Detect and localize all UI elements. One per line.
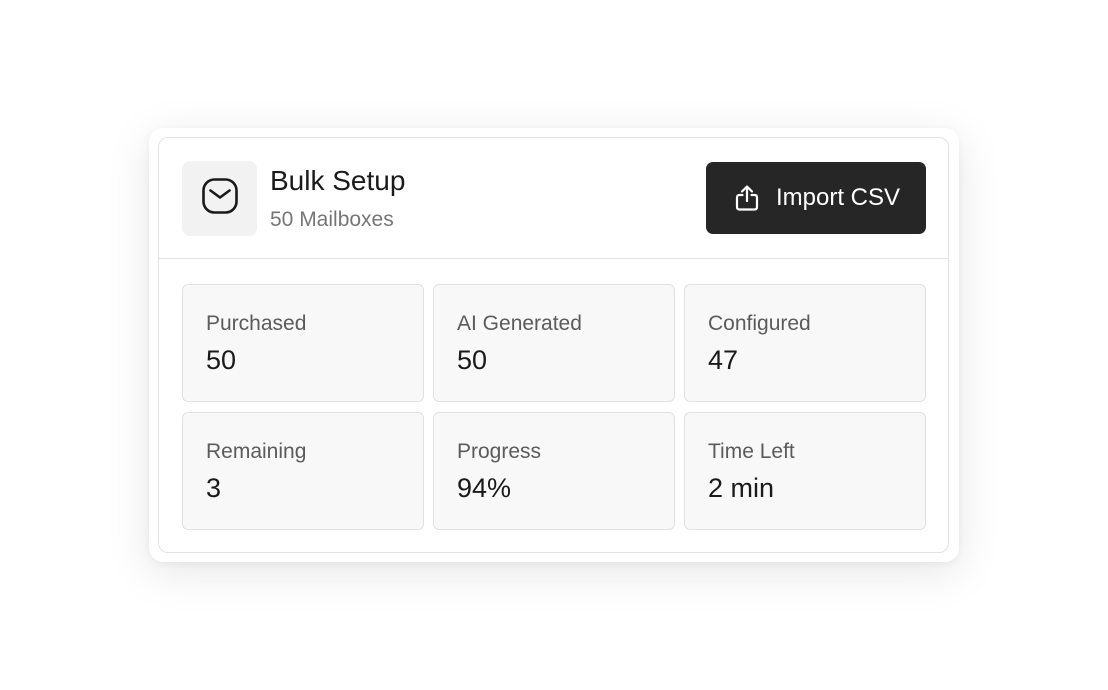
stat-label: Purchased xyxy=(206,312,307,335)
stat-value: 2 min xyxy=(708,473,775,503)
card-shadow-frame: Bulk Setup 50 Mailboxes Import CSV Purch… xyxy=(149,128,959,562)
stat-label: AI Generated xyxy=(457,312,582,335)
stat-value: 94% xyxy=(457,473,512,503)
stat-time-left: Time Left 2 min xyxy=(684,412,926,530)
stat-progress: Progress 94% xyxy=(433,412,675,530)
mail-icon xyxy=(200,176,240,221)
stat-value: 50 xyxy=(457,345,488,375)
stat-value: 50 xyxy=(206,345,237,375)
stats-grid: Purchased 50 AI Generated 50 Configured … xyxy=(182,284,926,530)
bulk-setup-card: Bulk Setup 50 Mailboxes Import CSV Purch… xyxy=(158,137,949,553)
stat-label: Progress xyxy=(457,440,542,463)
card-header: Bulk Setup 50 Mailboxes Import CSV xyxy=(159,138,948,259)
stat-purchased: Purchased 50 xyxy=(182,284,424,402)
stat-value: 3 xyxy=(206,473,222,503)
import-csv-button[interactable]: Import CSV xyxy=(706,162,926,234)
page-title: Bulk Setup xyxy=(270,165,406,196)
stat-ai-generated: AI Generated 50 xyxy=(433,284,675,402)
stat-remaining: Remaining 3 xyxy=(182,412,424,530)
page-background: Bulk Setup 50 Mailboxes Import CSV Purch… xyxy=(0,0,1108,690)
mailbox-count: 50 Mailboxes xyxy=(270,208,394,231)
mail-icon-tile xyxy=(182,161,257,236)
import-csv-label: Import CSV xyxy=(775,184,901,211)
stat-label: Remaining xyxy=(206,440,307,463)
stat-value: 47 xyxy=(708,345,739,375)
upload-icon xyxy=(732,183,762,213)
stat-configured: Configured 47 xyxy=(684,284,926,402)
stat-label: Configured xyxy=(708,312,811,335)
stat-label: Time Left xyxy=(708,440,795,463)
